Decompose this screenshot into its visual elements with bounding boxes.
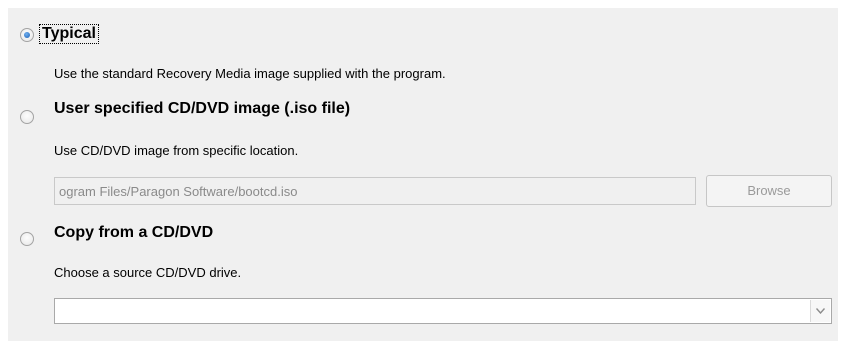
typical-label[interactable]: Typical xyxy=(39,24,99,44)
typical-description: Use the standard Recovery Media image su… xyxy=(54,66,446,81)
dropdown-arrow-button[interactable] xyxy=(810,300,830,322)
browse-button[interactable]: Browse xyxy=(706,175,832,207)
source-drive-dropdown[interactable] xyxy=(54,298,832,324)
copy-cd-radio[interactable] xyxy=(20,232,34,246)
copy-cd-description: Choose a source CD/DVD drive. xyxy=(54,265,242,280)
user-image-description: Use CD/DVD image from specific location. xyxy=(54,143,299,158)
radio-selected-dot xyxy=(24,32,30,38)
typical-radio[interactable] xyxy=(20,28,34,42)
user-image-radio[interactable] xyxy=(20,110,34,124)
copy-cd-label[interactable]: Copy from a CD/DVD xyxy=(54,224,213,242)
chevron-down-icon xyxy=(816,308,825,314)
user-image-label[interactable]: User specified CD/DVD image (.iso file) xyxy=(54,100,350,118)
iso-path-input[interactable] xyxy=(54,177,696,205)
